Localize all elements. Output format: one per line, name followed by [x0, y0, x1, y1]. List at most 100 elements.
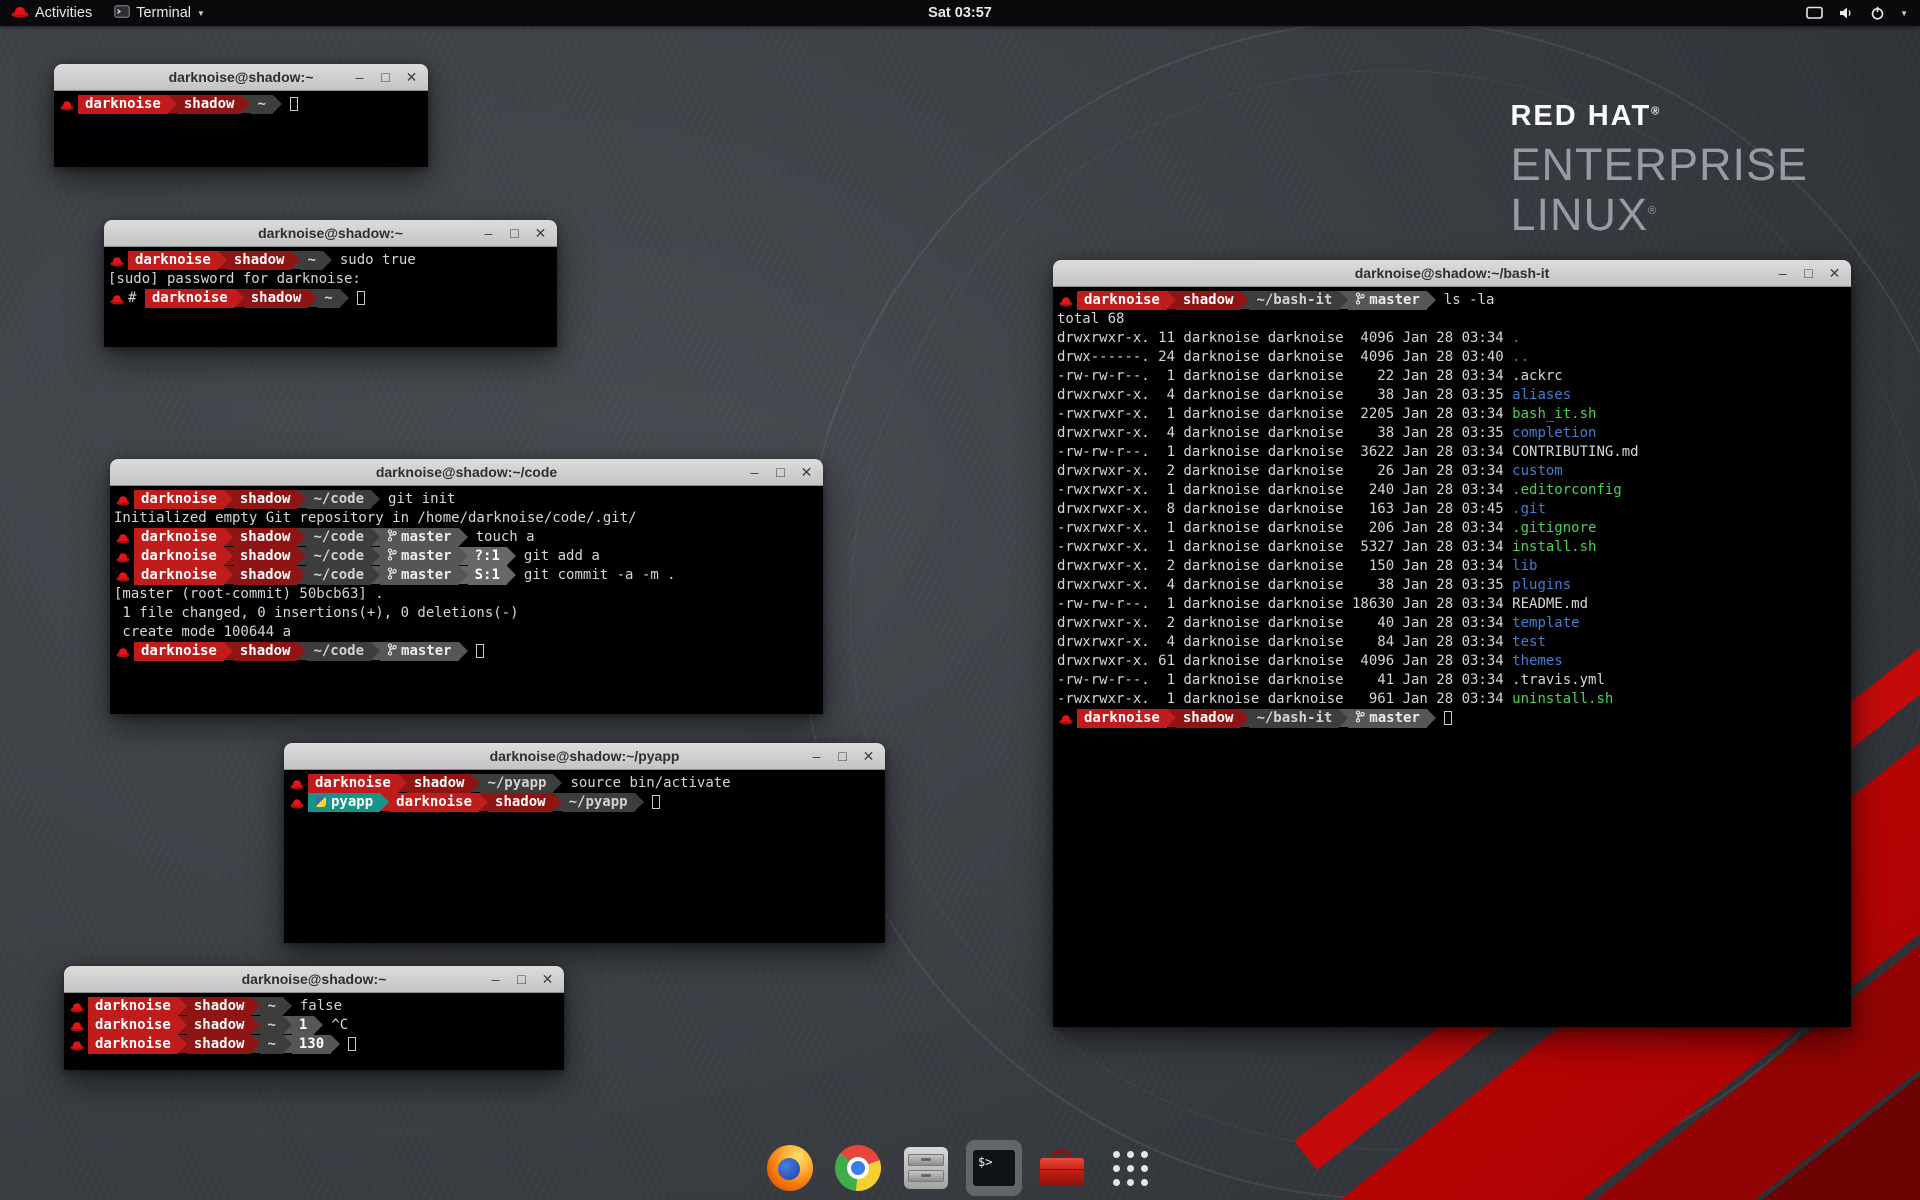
prompt-segment: darknoise	[134, 566, 224, 585]
powerline-separator-icon	[1167, 291, 1176, 309]
prompt-segment: shadow	[1176, 709, 1241, 728]
window-titlebar[interactable]: darknoise@shadow:~–□✕	[64, 966, 564, 993]
minimize-button[interactable]: –	[810, 743, 823, 770]
maximize-button[interactable]: □	[1802, 260, 1815, 287]
terminal-text: -rw-rw-r--. 1 darknoise darknoise 41 Jan…	[1057, 672, 1512, 688]
powerline-separator-icon	[291, 251, 300, 269]
terminal-app-icon	[114, 5, 130, 22]
terminal-text: -rwxrwxr-x. 1 darknoise darknoise 5327 J…	[1057, 539, 1512, 555]
window-title: darknoise@shadow:~/pyapp	[284, 748, 885, 764]
close-button[interactable]: ✕	[800, 459, 813, 486]
terminal-text: drwxrwxr-x. 4 darknoise darknoise 38 Jan…	[1057, 425, 1512, 441]
terminal-text: plugins	[1512, 577, 1571, 593]
terminal-text: test	[1512, 634, 1546, 650]
minimize-button[interactable]: –	[1776, 260, 1789, 287]
terminal-line: Initialized empty Git repository in /hom…	[114, 509, 823, 528]
terminal-content[interactable]: darknoiseshadow~/pyappsource bin/activat…	[284, 770, 885, 943]
minimize-button[interactable]: –	[482, 220, 495, 247]
chevron-down-icon[interactable]: ▼	[1900, 9, 1908, 18]
prompt-segment: darknoise	[88, 1016, 178, 1035]
powerline-separator-icon	[371, 490, 380, 508]
powerline-separator-icon	[371, 566, 380, 584]
terminal-window[interactable]: darknoise@shadow:~/pyapp–□ ✕darknoiseshad…	[284, 743, 885, 943]
dock-files[interactable]	[898, 1140, 954, 1196]
close-button[interactable]: ✕	[862, 743, 875, 770]
minimize-button[interactable]: –	[489, 966, 502, 993]
maximize-button[interactable]: □	[379, 64, 392, 91]
powerline-separator-icon	[331, 1035, 340, 1053]
terminal-window[interactable]: darknoise@shadow:~/bash-it–□✕darknoisesh…	[1053, 260, 1851, 1027]
terminal-line: -rwxrwxr-x. 1 darknoise darknoise 2205 J…	[1057, 405, 1851, 424]
powerline-separator-icon	[1339, 709, 1348, 727]
powerline-separator-icon	[168, 95, 177, 113]
terminal-text: drwx------. 24 darknoise darknoise 4096 …	[1057, 349, 1512, 365]
dock: $>	[762, 1140, 1158, 1196]
dock-chrome[interactable]	[830, 1140, 886, 1196]
app-menu-terminal[interactable]: Terminal ▼	[103, 0, 216, 26]
window-titlebar[interactable]: darknoise@shadow:~/pyapp–□ ✕	[284, 743, 885, 770]
terminal-content[interactable]: darknoiseshadow~/bash-itmasterls -latota…	[1053, 287, 1851, 1027]
display-icon[interactable]	[1806, 6, 1823, 20]
terminal-text: completion	[1512, 425, 1596, 441]
powerline-separator-icon	[1427, 291, 1436, 309]
power-icon[interactable]	[1870, 6, 1885, 20]
terminal-content[interactable]: darknoiseshadow~falsedarknoiseshadow~1^C…	[64, 993, 564, 1070]
window-titlebar[interactable]: darknoise@shadow:~/code–□✕	[110, 459, 823, 486]
terminal-line: darknoiseshadow~sudo true	[108, 251, 557, 270]
prompt-segment: ~/code	[306, 490, 371, 509]
powerline-separator-icon	[371, 528, 380, 546]
window-titlebar[interactable]: darknoise@shadow:~/bash-it–□✕	[1053, 260, 1851, 287]
terminal-content[interactable]: darknoiseshadow~	[54, 91, 428, 167]
volume-icon[interactable]	[1838, 6, 1855, 20]
powerline-separator-icon	[224, 642, 233, 660]
window-titlebar[interactable]: darknoise@shadow:~–□✕	[104, 220, 557, 247]
terminal-window[interactable]: darknoise@shadow:~–□✕darknoiseshadow~fal…	[64, 966, 564, 1070]
maximize-button[interactable]: □	[774, 459, 787, 486]
terminal-content[interactable]: darknoiseshadow~/codegit initInitialized…	[110, 486, 823, 714]
powerline-separator-icon	[1240, 709, 1249, 727]
terminal-text: .ackrc	[1512, 368, 1563, 384]
minimize-button[interactable]: –	[353, 64, 366, 91]
redhat-prompt-icon	[1059, 712, 1073, 731]
terminal-window[interactable]: darknoise@shadow:~–□✕darknoiseshadow~	[54, 64, 428, 167]
terminal-text: .git	[1512, 501, 1546, 517]
close-button[interactable]: ✕	[1828, 260, 1841, 287]
close-button[interactable]: ✕	[534, 220, 547, 247]
command-text: ls -la	[1436, 292, 1495, 308]
dock-toolbox[interactable]	[1034, 1140, 1090, 1196]
prompt-segment: darknoise	[134, 642, 224, 661]
dock-app-grid[interactable]	[1102, 1140, 1158, 1196]
terminal-line: darknoiseshadow~130	[68, 1035, 564, 1054]
terminal-line: drwxrwxr-x. 2 darknoise darknoise 150 Ja…	[1057, 557, 1851, 576]
command-text: git init	[380, 491, 455, 507]
close-button[interactable]: ✕	[405, 64, 418, 91]
terminal-text: -rwxrwxr-x. 1 darknoise darknoise 240 Ja…	[1057, 482, 1512, 498]
terminal-window[interactable]: darknoise@shadow:~–□✕darknoiseshadow~sud…	[104, 220, 557, 347]
terminal-window[interactable]: darknoise@shadow:~/code–□✕darknoiseshado…	[110, 459, 823, 714]
window-titlebar[interactable]: darknoise@shadow:~–□✕	[54, 64, 428, 91]
dock-terminal[interactable]: $>	[966, 1140, 1022, 1196]
clock[interactable]: Sat 03:57	[928, 5, 992, 21]
maximize-button[interactable]: □	[836, 743, 849, 770]
prompt-segment: shadow	[1176, 291, 1241, 310]
activities-button[interactable]: Activities	[0, 0, 103, 26]
dock-firefox[interactable]	[762, 1140, 818, 1196]
powerline-separator-icon	[283, 1016, 292, 1034]
terminal-line: darknoiseshadow~1^C	[68, 1016, 564, 1035]
terminal-text: aliases	[1512, 387, 1571, 403]
chevron-down-icon: ▼	[197, 9, 205, 18]
terminal-text: drwxrwxr-x. 2 darknoise darknoise 150 Ja…	[1057, 558, 1512, 574]
prompt-segment: ~	[260, 1035, 282, 1054]
terminal-line: drwxrwxr-x. 11 darknoise darknoise 4096 …	[1057, 329, 1851, 348]
powerline-separator-icon	[308, 289, 317, 307]
prompt-segment: 130	[292, 1035, 331, 1054]
powerline-separator-icon	[1240, 291, 1249, 309]
minimize-button[interactable]: –	[748, 459, 761, 486]
maximize-button[interactable]: □	[508, 220, 521, 247]
maximize-button[interactable]: □	[515, 966, 528, 993]
terminal-line: 1 file changed, 0 insertions(+), 0 delet…	[114, 604, 823, 623]
terminal-text: -rw-rw-r--. 1 darknoise darknoise 3622 J…	[1057, 444, 1512, 460]
close-button[interactable]: ✕	[541, 966, 554, 993]
terminal-content[interactable]: darknoiseshadow~sudo true[sudo] password…	[104, 247, 557, 347]
terminal-line: -rwxrwxr-x. 1 darknoise darknoise 240 Ja…	[1057, 481, 1851, 500]
